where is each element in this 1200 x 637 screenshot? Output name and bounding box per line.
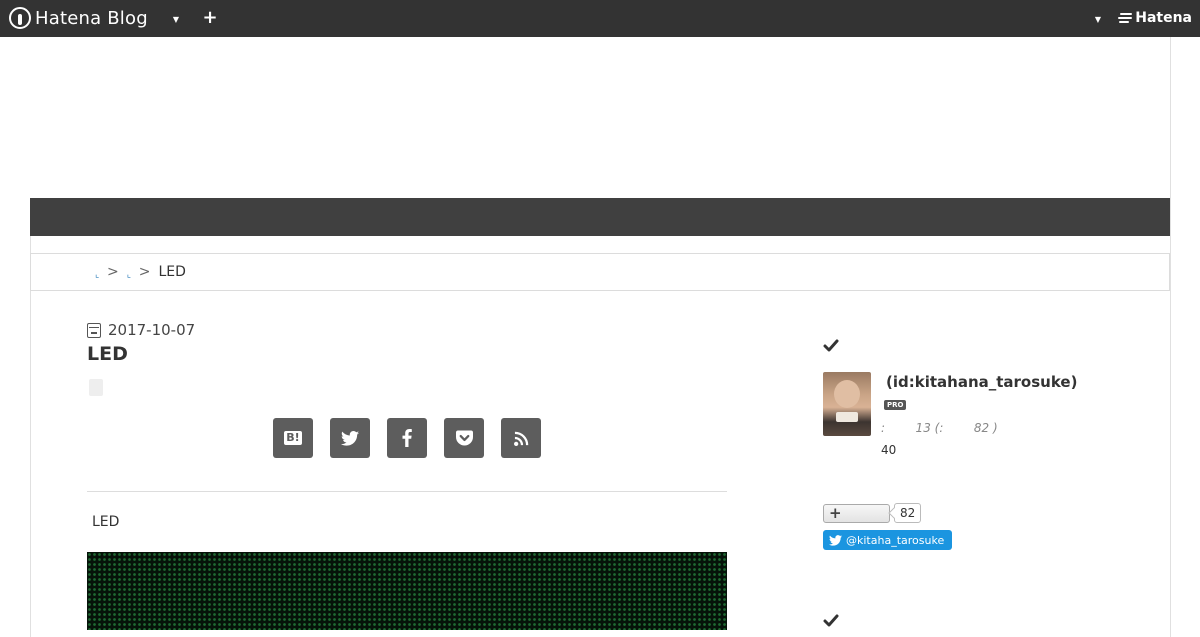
profile-check-icon [823,339,839,352]
led-matrix-image [87,552,727,630]
hatena-blog-logo-icon [9,7,31,29]
profile-stats: : 13 (: 82 ) [881,421,998,435]
account-menu-chevron-down-icon[interactable]: ▼ [1091,12,1105,26]
profile-avatar[interactable] [823,372,871,436]
blog-nav-bar [30,198,1170,236]
twitter-icon [829,534,842,546]
entry-title[interactable]: LED [87,343,128,365]
entry-date[interactable]: 2017-10-07 [87,320,195,340]
blog-header-banner [30,37,1170,198]
twitter-follow-button[interactable]: @kitaha_tarosuke [823,530,953,550]
profile-count: 40 [881,443,897,457]
share-rss-button[interactable] [501,418,541,458]
twitter-icon [341,430,359,446]
section-check-icon [823,614,839,627]
logo-text: Hatena Blog [35,7,148,29]
rss-icon [513,431,528,446]
twitter-handle: @kitaha_tarosuke [846,533,945,547]
share-twitter-button[interactable] [330,418,370,458]
hatena-bookmark-icon: B! [284,431,302,445]
breadcrumb-separator: > [107,264,119,280]
new-post-plus-icon[interactable]: + [201,8,219,28]
hatena-blog-logo[interactable]: Hatena Blog [9,6,148,30]
facebook-icon [402,429,412,447]
entry-date-text: 2017-10-07 [108,321,196,339]
breadcrumb-separator: > [138,264,151,280]
follow-button[interactable]: + [823,504,890,523]
pocket-icon [455,430,473,446]
hatena-brand-link[interactable]: Hatena [1118,10,1192,26]
follower-count: 82 [894,503,922,523]
breadcrumb-link-category[interactable]: ⌞ [127,270,133,280]
pro-badge: PRO [884,400,907,410]
share-facebook-button[interactable] [387,418,427,458]
calendar-icon [87,322,101,338]
hatena-brand-text: Hatena [1135,10,1192,26]
breadcrumb-link-home[interactable]: ⌞ [95,270,101,280]
breadcrumb-current: LED [158,264,186,280]
hatena-mark-icon [1118,12,1133,24]
plus-icon: + [829,504,842,522]
share-pocket-button[interactable] [444,418,484,458]
entry-divider [87,491,727,492]
blog-menu-chevron-down-icon[interactable]: ▼ [169,12,183,26]
global-header: Hatena Blog ▼ + ▼ Hatena [0,0,1200,37]
breadcrumb: ⌞ > ⌞ > LED [30,253,1170,291]
profile-id[interactable]: (id:kitahana_tarosuke) [886,373,1077,391]
entry-body-text: LED [92,514,120,530]
entry-category-tag[interactable] [89,379,103,396]
share-hatena-bookmark-button[interactable]: B! [273,418,313,458]
